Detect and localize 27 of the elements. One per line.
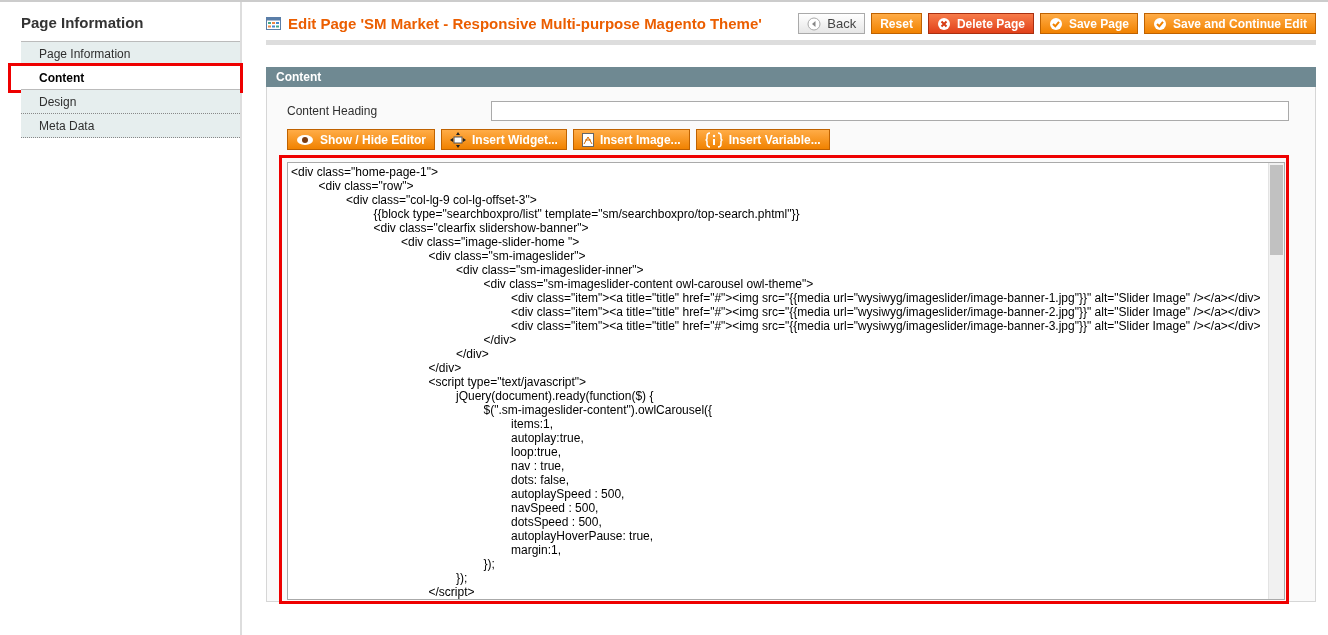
variable-icon bbox=[704, 131, 723, 148]
toolbar-button[interactable]: Insert Variable... bbox=[695, 129, 830, 150]
toolbar-button[interactable]: Insert Image... bbox=[572, 129, 690, 150]
toolbar-button[interactable]: Insert Widget... bbox=[441, 129, 567, 150]
code-editor[interactable]: <div class="home-page-1"> <div class="row"> <div class="col-lg-9 col-lg-offset-3"> {{block type="searchboxpro/list" template="sm/searchboxpro/top-search.phtml"}} <div class="clearfix slidershow-banner"> <div class="image-slider-home "> <div class="sm-imageslider"> <div class="sm-imageslider-inner"> <div class="sm-imageslider-content owl-carousel owl-theme"> <div class="item"><a title="title" href="#"><img src="{{media url="wysiwyg/imageslider/image-banner-1.jpg"}}" alt="Slider Image" /></a></div> <div class="item"><a title="title" href="#"><img src="{{media url="wysiwyg/imageslider/image-banner-2.jpg"}}" alt="Slider Image" /></a></div> <div class="item"><a title="title" href="#"><img src="{{media url="wysiwyg/imageslider/image-banner-3.jpg"}}" alt="Slider Image" /></a></div> </div> </div> </div> <script type="text/javascript"> jQuery(document).ready(function($) { $(".sm-imageslider-content").owlCarousel({ items:1, autoplay:true, loop:true, nav : true, dots: false, autoplaySpeed : 500, navSpeed : 500, dotsSpeed : 500, autoplayHoverPause: true, margin:1, }); }); </script> bbox=[287, 162, 1285, 600]
toolbar-button[interactable]: Show / Hide Editor bbox=[287, 129, 435, 150]
back-button[interactable]: Back bbox=[798, 13, 866, 34]
field-label: Content Heading bbox=[287, 104, 379, 118]
sidebar-tab[interactable]: Page Information bbox=[21, 42, 240, 66]
section-header: Content bbox=[266, 67, 1316, 87]
image-icon bbox=[581, 132, 594, 147]
reset-button[interactable]: Reset bbox=[871, 13, 922, 34]
page-title: Edit Page 'SM Market - Responsive Multi-purpose Magento Theme' bbox=[288, 15, 762, 32]
sidebar-title: Page Information bbox=[21, 14, 145, 31]
sidebar-tab[interactable]: Meta Data bbox=[21, 114, 240, 138]
widget-icon bbox=[450, 131, 466, 148]
sidebar-tab[interactable]: Design bbox=[21, 90, 240, 114]
close-icon bbox=[936, 16, 951, 31]
check-icon bbox=[1048, 16, 1063, 31]
save-button[interactable]: Save and Continue Edit bbox=[1144, 13, 1316, 34]
save-button[interactable]: Save Page bbox=[1039, 13, 1138, 34]
check-icon bbox=[1153, 16, 1167, 31]
page-grid-icon bbox=[266, 17, 281, 30]
eye-icon bbox=[296, 133, 314, 146]
scrollbar[interactable] bbox=[1268, 163, 1284, 599]
delete-button[interactable]: Delete Page bbox=[927, 13, 1034, 34]
input-field[interactable] bbox=[491, 101, 1289, 121]
